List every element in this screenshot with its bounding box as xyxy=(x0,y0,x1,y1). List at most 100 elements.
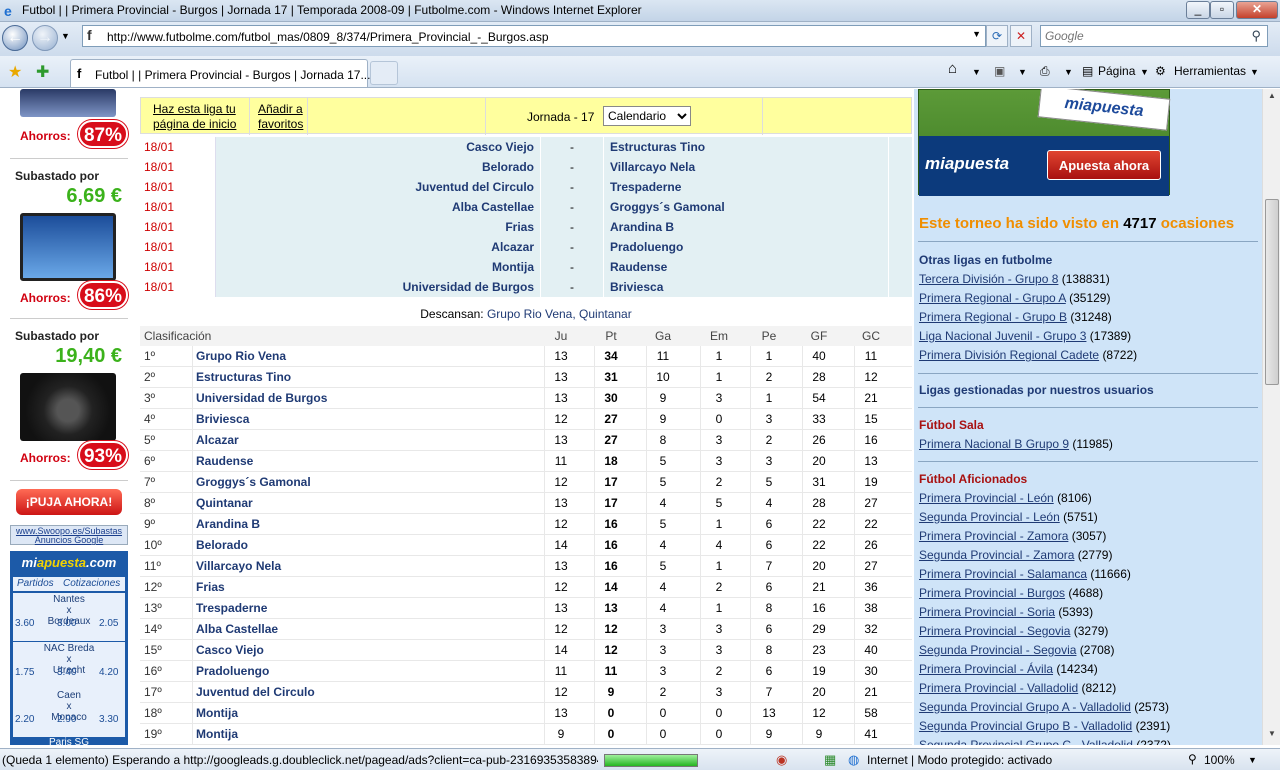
league-link[interactable]: Segunda Provincial - Segovia xyxy=(919,643,1076,657)
history-dropdown-icon[interactable]: ▼ xyxy=(61,31,70,41)
odd-x[interactable]: 2.90 xyxy=(57,714,76,725)
odd-x[interactable]: 3.40 xyxy=(57,667,76,678)
home-team[interactable]: Montija xyxy=(216,257,540,277)
odd-2[interactable]: 4.20 xyxy=(99,667,118,678)
league-link[interactable]: Primera Provincial - León xyxy=(919,491,1054,505)
team-name[interactable]: Juventud del Circulo xyxy=(196,682,315,703)
fixture-row[interactable]: 18/01 Casco Viejo - Estructuras Tino xyxy=(140,137,912,157)
league-link[interactable]: Tercera División - Grupo 8 xyxy=(919,272,1058,286)
tools-menu[interactable]: Herramientas xyxy=(1174,64,1246,78)
away-team[interactable]: Villarcayo Nela xyxy=(604,157,888,177)
feeds-dropdown-icon[interactable]: ▼ xyxy=(1018,67,1027,77)
google-ads-link[interactable]: www.Swoopo.es/Subastas Anuncios Google xyxy=(10,525,128,545)
league-link-item[interactable]: Primera Regional - Grupo A (35129) xyxy=(919,291,1110,305)
team-name[interactable]: Pradoluengo xyxy=(196,661,269,682)
team-name[interactable]: Montija xyxy=(196,703,238,724)
league-link[interactable]: Segunda Provincial Grupo A - Valladolid xyxy=(919,700,1131,714)
close-window-button[interactable]: ✕ xyxy=(1236,1,1278,19)
fixture-row[interactable]: 18/01 Universidad de Burgos - Briviesca xyxy=(140,277,912,297)
away-team[interactable]: Pradoluengo xyxy=(604,237,888,257)
odd-2[interactable]: 2.05 xyxy=(99,618,118,629)
maximize-button[interactable]: ▫ xyxy=(1210,1,1234,19)
league-link-item[interactable]: Primera Provincial - León (8106) xyxy=(919,491,1092,505)
league-link[interactable]: Primera División Regional Cadete xyxy=(919,348,1099,362)
security-icon[interactable]: ▦ xyxy=(824,752,836,768)
auction-ad-camera[interactable]: Subastado por 19,40 € Ahorros: 93% xyxy=(10,321,128,481)
privacy-icon[interactable]: ◉ xyxy=(776,752,787,768)
away-team[interactable]: Trespaderne xyxy=(604,177,888,197)
miapuesta-ad[interactable]: miapuesta.com Partidos Cotizaciones Nant… xyxy=(10,551,128,745)
league-link-item[interactable]: Primera Provincial - Ávila (14234) xyxy=(919,662,1098,676)
fixture-row[interactable]: 18/01 Belorado - Villarcayo Nela xyxy=(140,157,912,177)
home-team[interactable]: Frias xyxy=(216,217,540,237)
scroll-thumb[interactable] xyxy=(1265,199,1279,385)
home-team[interactable]: Belorado xyxy=(216,157,540,177)
league-link[interactable]: Primera Provincial - Ávila xyxy=(919,662,1053,676)
team-name[interactable]: Frias xyxy=(196,577,225,598)
home-team[interactable]: Casco Viejo xyxy=(216,137,540,157)
league-link[interactable]: Liga Nacional Juvenil - Grupo 3 xyxy=(919,329,1086,343)
odd-x[interactable]: 3.00 xyxy=(57,618,76,629)
league-link[interactable]: Segunda Provincial - Zamora xyxy=(919,548,1074,562)
team-name[interactable]: Raudense xyxy=(196,451,253,472)
odd-2[interactable]: 3.30 xyxy=(99,714,118,725)
home-team[interactable]: Alba Castellae xyxy=(216,197,540,217)
league-link-item[interactable]: Primera Provincial - Burgos (4688) xyxy=(919,586,1103,600)
league-link-item[interactable]: Segunda Provincial - Segovia (2708) xyxy=(919,643,1114,657)
apuesta-ahora-button[interactable]: Apuesta ahora xyxy=(1047,150,1161,180)
league-link[interactable]: Primera Provincial - Soria xyxy=(919,605,1055,619)
league-link-item[interactable]: Primera Provincial - Soria (5393) xyxy=(919,605,1093,619)
league-link-item[interactable]: Primera Nacional B Grupo 9 (11985) xyxy=(919,437,1113,451)
team-name[interactable]: Casco Viejo xyxy=(196,640,264,661)
google-ads-label[interactable]: Anuncios Google xyxy=(11,536,127,545)
away-team[interactable]: Briviesca xyxy=(604,277,888,297)
home-team[interactable]: Juventud del Circulo xyxy=(216,177,540,197)
tools-gear-icon[interactable]: ⚙ xyxy=(1155,64,1166,78)
team-name[interactable]: Alcazar xyxy=(196,430,239,451)
league-link[interactable]: Primera Provincial - Valladolid xyxy=(919,681,1078,695)
page-menu[interactable]: Página xyxy=(1098,64,1135,78)
back-button[interactable]: ← xyxy=(2,25,28,51)
team-name[interactable]: Arandina B xyxy=(196,514,260,535)
league-link-item[interactable]: Segunda Provincial - Zamora (2779) xyxy=(919,548,1112,562)
address-dropdown-icon[interactable]: ▼ xyxy=(972,29,981,39)
team-name[interactable]: Villarcayo Nela xyxy=(196,556,281,577)
print-icon[interactable]: ⎙ xyxy=(1040,64,1050,79)
vertical-scrollbar[interactable]: ▲ ▼ xyxy=(1262,89,1280,745)
team-name[interactable]: Estructuras Tino xyxy=(196,367,291,388)
feeds-icon[interactable]: ▣ xyxy=(994,64,1005,78)
zoom-level[interactable]: 100% xyxy=(1204,753,1235,767)
tab-partidos[interactable]: Partidos xyxy=(17,578,54,589)
add-favorites-icon[interactable]: ✚ xyxy=(36,62,49,82)
league-link-item[interactable]: Primera Provincial - Zamora (3057) xyxy=(919,529,1106,543)
odds-game[interactable]: Nantes x Bordeaux 3.60 3.00 2.05 xyxy=(13,593,125,641)
away-team[interactable]: Estructuras Tino xyxy=(604,137,888,157)
print-dropdown-icon[interactable]: ▼ xyxy=(1064,67,1073,77)
league-link-item[interactable]: Segunda Provincial Grupo C - Valladolid … xyxy=(919,738,1171,745)
fixture-row[interactable]: 18/01 Alcazar - Pradoluengo xyxy=(140,237,912,257)
scroll-up-icon[interactable]: ▲ xyxy=(1265,91,1279,105)
odd-1[interactable]: 3.60 xyxy=(15,618,34,629)
away-team[interactable]: Arandina B xyxy=(604,217,888,237)
league-link-item[interactable]: Primera Provincial - Valladolid (8212) xyxy=(919,681,1116,695)
tools-menu-dropdown-icon[interactable]: ▼ xyxy=(1250,67,1259,77)
league-link-item[interactable]: Segunda Provincial Grupo A - Valladolid … xyxy=(919,700,1169,714)
page-menu-dropdown-icon[interactable]: ▼ xyxy=(1140,67,1149,77)
fixture-row[interactable]: 18/01 Frias - Arandina B xyxy=(140,217,912,237)
fixture-row[interactable]: 18/01 Juventud del Circulo - Trespaderne xyxy=(140,177,912,197)
new-tab-button[interactable] xyxy=(370,61,398,85)
auction-ad-tv[interactable]: Subastado por 6,69 € Ahorros: 86% xyxy=(10,161,128,319)
favorites-star-icon[interactable]: ★ xyxy=(8,62,22,82)
league-link-item[interactable]: Segunda Provincial Grupo B - Valladolid … xyxy=(919,719,1170,733)
fixture-row[interactable]: 18/01 Alba Castellae - Groggys´s Gamonal xyxy=(140,197,912,217)
league-link-item[interactable]: Tercera División - Grupo 8 (138831) xyxy=(919,272,1110,286)
search-icon[interactable]: ⚲ xyxy=(1251,28,1261,44)
fixture-row[interactable]: 18/01 Montija - Raudense xyxy=(140,257,912,277)
league-link[interactable]: Primera Regional - Grupo A xyxy=(919,291,1066,305)
team-name[interactable]: Trespaderne xyxy=(196,598,267,619)
auction-ad-laptop[interactable]: Ahorros: 87% xyxy=(10,89,128,159)
league-link[interactable]: Primera Provincial - Burgos xyxy=(919,586,1065,600)
forward-button[interactable]: → xyxy=(32,25,58,51)
team-name[interactable]: Grupo Rio Vena xyxy=(196,346,286,367)
odds-game[interactable]: Caen x Monaco 2.20 2.90 3.30 xyxy=(13,689,125,737)
